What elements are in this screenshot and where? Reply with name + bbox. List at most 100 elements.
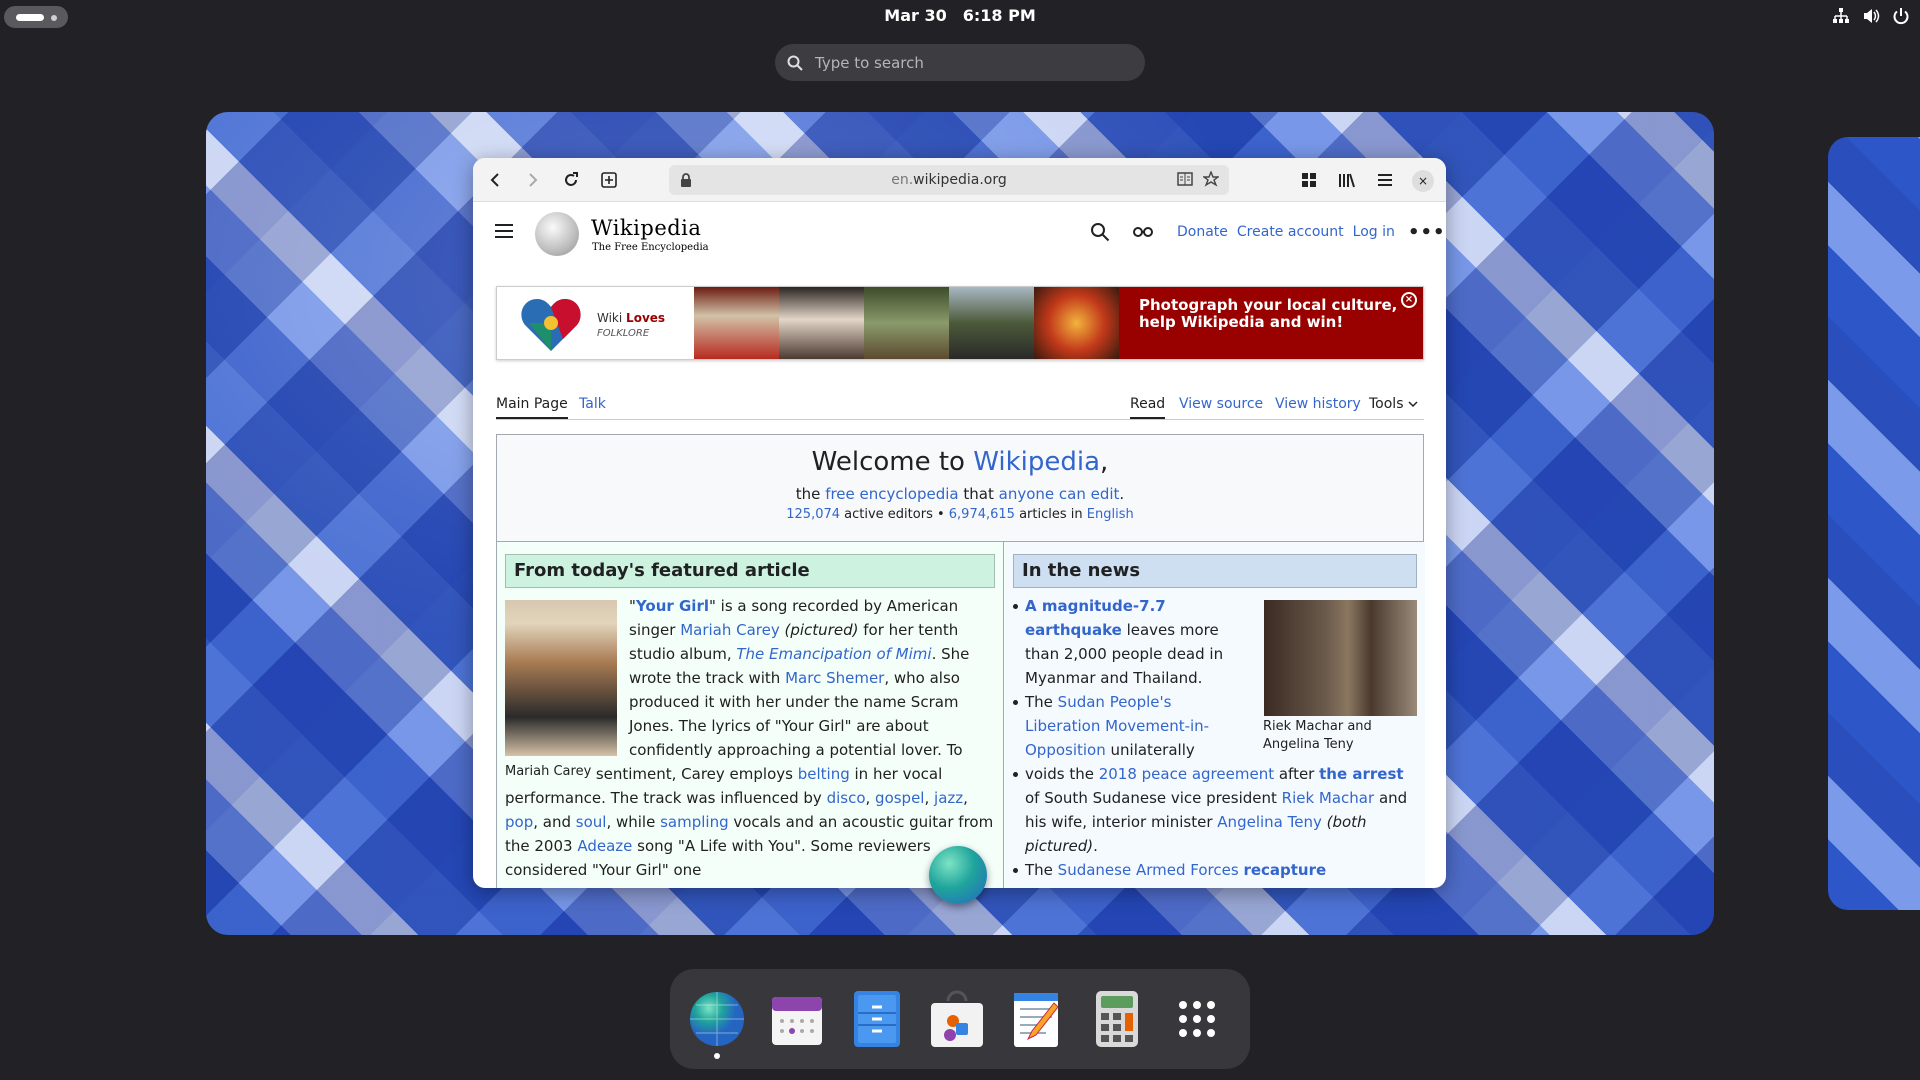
back-icon bbox=[490, 173, 499, 187]
overview-button[interactable] bbox=[1299, 170, 1319, 190]
clock[interactable]: Mar 30 6:18 PM bbox=[0, 6, 1920, 25]
close-icon: × bbox=[1417, 174, 1429, 188]
wikipedia-globe-logo[interactable] bbox=[535, 212, 579, 256]
wiki-loves-folklore-logo: Wiki Loves FOLKLORE bbox=[497, 287, 694, 359]
news-item: The Sudanese Armed Forces recapture bbox=[1013, 858, 1417, 882]
banner-photo bbox=[779, 287, 864, 359]
banner-cta-text: Photograph your local culture, help Wiki… bbox=[1139, 296, 1398, 331]
editors-label: active editors • bbox=[840, 507, 949, 522]
search-icon bbox=[787, 55, 803, 71]
library-button[interactable] bbox=[1337, 170, 1357, 190]
tab-view-history[interactable]: View history bbox=[1275, 396, 1361, 412]
back-button[interactable] bbox=[485, 170, 505, 190]
photo-caption: Mariah Carey bbox=[505, 760, 592, 784]
wiki-header: Wikipedia The Free Encyclopedia Donate C… bbox=[473, 202, 1446, 262]
time-label: 6:18 PM bbox=[962, 6, 1036, 25]
anyone-can-edit-link[interactable]: anyone can edit bbox=[999, 485, 1120, 503]
reader-mode-icon[interactable] bbox=[1177, 172, 1193, 186]
article-count-link[interactable]: 6,974,615 bbox=[949, 507, 1015, 522]
english-link[interactable]: English bbox=[1087, 507, 1134, 522]
news-body: Riek Machar and Angelina Teny A magnitud… bbox=[1013, 594, 1417, 882]
puzzle-heart-icon bbox=[521, 299, 581, 351]
appearance-glasses-icon[interactable] bbox=[1133, 224, 1153, 238]
banner-photo bbox=[1034, 287, 1119, 359]
wikipedia-wordmark[interactable]: Wikipedia bbox=[591, 216, 701, 240]
riek-machar-angelina-teny-photo[interactable] bbox=[1264, 600, 1417, 716]
in-the-news-heading: In the news bbox=[1013, 554, 1417, 588]
banner-wiki-text: Wiki bbox=[597, 311, 623, 325]
welcome-prefix: Welcome to bbox=[811, 447, 974, 477]
new-tab-button[interactable] bbox=[599, 170, 619, 190]
search-icon[interactable] bbox=[1090, 222, 1110, 242]
welcome-text: . bbox=[1119, 485, 1125, 503]
software-store-icon[interactable] bbox=[928, 989, 986, 1049]
campaign-banner[interactable]: Wiki Loves FOLKLORE Photograph your local… bbox=[496, 286, 1424, 360]
donate-link[interactable]: Donate bbox=[1177, 224, 1228, 240]
banner-call-to-action[interactable]: Photograph your local culture, help Wiki… bbox=[1119, 287, 1423, 359]
next-workspace-thumbnail[interactable] bbox=[1828, 137, 1920, 910]
news-item-continued: voids the 2018 peace agreement after the… bbox=[1013, 762, 1417, 858]
news-photo-caption: Riek Machar and Angelina Teny bbox=[1263, 719, 1372, 752]
web-browser-app-icon-dragged[interactable] bbox=[929, 846, 987, 904]
address-bar[interactable]: en.wikipedia.org bbox=[669, 165, 1229, 195]
forward-icon bbox=[529, 173, 538, 187]
main-page-columns: From today's featured article Mariah Car… bbox=[496, 542, 1425, 888]
browser-toolbar: en.wikipedia.org × bbox=[473, 158, 1446, 202]
free-encyclopedia-link[interactable]: free encyclopedia bbox=[825, 485, 958, 503]
url-domain: en. bbox=[891, 172, 914, 188]
articles-label: articles in bbox=[1014, 507, 1087, 522]
search-placeholder: Type to search bbox=[815, 53, 924, 72]
browser-window[interactable]: en.wikipedia.org × Wikipedia The Free En… bbox=[473, 158, 1446, 888]
text-editor-icon[interactable] bbox=[1008, 989, 1066, 1049]
welcome-suffix: , bbox=[1100, 447, 1109, 477]
menu-button[interactable] bbox=[1375, 170, 1395, 190]
reload-icon bbox=[565, 172, 578, 186]
bookmark-star-icon[interactable] bbox=[1203, 171, 1219, 187]
chevron-down-icon bbox=[1408, 401, 1418, 408]
power-icon bbox=[1892, 7, 1910, 25]
app-grid-icon[interactable] bbox=[1168, 989, 1226, 1049]
search-input[interactable]: Type to search bbox=[775, 44, 1145, 81]
url-host: wikipedia.org bbox=[913, 172, 1007, 188]
tab-main-page[interactable]: Main Page bbox=[496, 396, 568, 419]
volume-icon bbox=[1862, 7, 1880, 25]
welcome-box: Welcome to Wikipedia, the free encyclope… bbox=[496, 434, 1424, 542]
new-tab-icon bbox=[601, 172, 617, 188]
files-icon[interactable] bbox=[848, 989, 906, 1049]
more-options-button[interactable]: ••• bbox=[1408, 222, 1446, 243]
news-item: A magnitude-7.7 earthquake leaves more t… bbox=[1013, 594, 1247, 690]
calendar-icon[interactable] bbox=[768, 989, 826, 1049]
close-window-button[interactable]: × bbox=[1412, 170, 1434, 192]
tab-read[interactable]: Read bbox=[1130, 396, 1166, 419]
main-menu-icon[interactable] bbox=[495, 224, 513, 238]
grid-icon bbox=[1302, 173, 1316, 187]
featured-article-heading: From today's featured article bbox=[505, 554, 995, 588]
banner-photo bbox=[694, 287, 779, 359]
featured-article-body: Mariah Carey "Your Girl" is a song recor… bbox=[505, 597, 994, 879]
forward-button[interactable] bbox=[523, 170, 543, 190]
tab-talk[interactable]: Talk bbox=[579, 396, 606, 412]
active-editors-link[interactable]: 125,074 bbox=[786, 507, 840, 522]
banner-loves-text: Loves bbox=[626, 311, 666, 325]
welcome-wikipedia-link[interactable]: Wikipedia bbox=[973, 447, 1100, 477]
banner-close-button[interactable]: × bbox=[1401, 292, 1417, 308]
news-item: The Sudan People's Liberation Movement-i… bbox=[1013, 690, 1247, 762]
close-icon: × bbox=[1404, 294, 1414, 305]
log-in-link[interactable]: Log in bbox=[1353, 224, 1395, 240]
calculator-icon[interactable] bbox=[1088, 989, 1146, 1049]
tab-view-source[interactable]: View source bbox=[1179, 396, 1263, 412]
web-browser-icon[interactable] bbox=[688, 989, 746, 1059]
dash-dock bbox=[670, 969, 1250, 1069]
welcome-text: the bbox=[795, 485, 826, 503]
date-label: Mar 30 bbox=[884, 6, 947, 25]
reload-button[interactable] bbox=[561, 170, 581, 190]
create-account-link[interactable]: Create account bbox=[1237, 224, 1344, 240]
system-tray[interactable] bbox=[1832, 7, 1910, 25]
banner-photo bbox=[864, 287, 949, 359]
page-tabs: Main Page Talk Read View source View his… bbox=[496, 394, 1424, 420]
hamburger-icon bbox=[1378, 174, 1392, 186]
banner-photo-strip bbox=[694, 287, 1119, 359]
mariah-carey-photo[interactable] bbox=[505, 600, 617, 756]
tools-dropdown[interactable]: Tools bbox=[1369, 396, 1418, 412]
welcome-text: that bbox=[958, 485, 999, 503]
